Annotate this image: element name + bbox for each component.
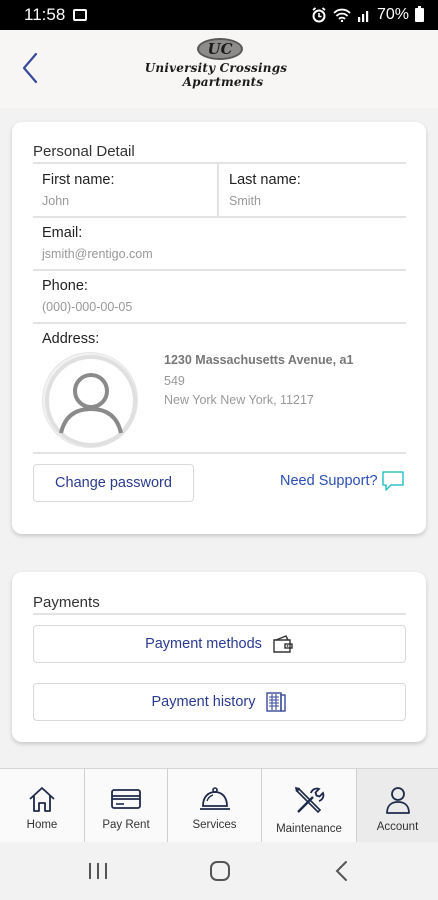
email-value[interactable]: jsmith@rentigo.com <box>42 247 153 261</box>
credit-card-icon <box>111 789 141 809</box>
personal-detail-card: Personal Detail First name: John Last na… <box>12 122 426 534</box>
ledger-icon <box>266 692 287 712</box>
wifi-icon <box>333 8 351 22</box>
battery-percent: 70% <box>376 6 409 23</box>
change-password-button[interactable]: Change password <box>33 464 194 502</box>
chat-bubble-icon <box>381 471 404 491</box>
app-header: UC University Crossings Apartments <box>0 30 438 108</box>
nav-account[interactable]: Account <box>356 769 438 843</box>
tools-icon <box>295 787 325 814</box>
bottom-navigation: Home Pay Rent Services Maintenance Accou… <box>0 768 438 843</box>
person-icon <box>385 787 410 814</box>
wallet-icon <box>273 635 293 653</box>
email-label: Email: <box>42 225 83 241</box>
cloche-icon <box>199 787 230 810</box>
phone-label: Phone: <box>42 278 88 294</box>
logo-line-1: University Crossings <box>144 61 288 75</box>
divider <box>33 162 406 164</box>
phone-value[interactable]: (000)-000-00-05 <box>42 300 132 314</box>
logo-monogram: UC <box>197 38 243 60</box>
person-avatar-icon <box>45 355 137 447</box>
need-support-label: Need Support? <box>280 473 378 489</box>
need-support-link[interactable]: Need Support? <box>280 470 405 492</box>
payment-methods-label: Payment methods <box>145 636 262 652</box>
back-system-button[interactable] <box>322 856 362 886</box>
divider <box>33 452 406 454</box>
nav-home[interactable]: Home <box>0 769 84 843</box>
status-right: 70% <box>311 6 424 24</box>
home-system-button[interactable] <box>200 856 240 886</box>
back-chevron-icon <box>335 861 347 881</box>
payments-card: Payments Payment methods Payment history <box>12 572 426 742</box>
payment-history-button[interactable]: Payment history <box>33 683 406 721</box>
payment-methods-button[interactable]: Payment methods <box>33 625 406 663</box>
nav-home-label: Home <box>26 819 58 831</box>
signal-icon <box>357 11 369 22</box>
system-navigation-bar <box>0 842 438 900</box>
divider <box>33 269 406 271</box>
nav-pay-rent[interactable]: Pay Rent <box>84 769 167 843</box>
chevron-left-icon <box>22 52 38 84</box>
nav-maintenance-label: Maintenance <box>276 823 342 835</box>
last-name-value[interactable]: Smith <box>229 194 261 208</box>
payment-history-label: Payment history <box>151 694 256 710</box>
gallery-notification-icon <box>73 9 88 21</box>
nav-maintenance[interactable]: Maintenance <box>261 769 356 843</box>
nav-services-label: Services <box>192 819 237 831</box>
divider <box>33 322 406 324</box>
home-circle-icon <box>210 861 230 881</box>
section-title-personal: Personal Detail <box>33 143 135 160</box>
home-icon <box>29 787 55 812</box>
nav-services[interactable]: Services <box>167 769 261 843</box>
divider <box>217 164 219 216</box>
address-line-3: New York New York, 11217 <box>164 393 314 407</box>
last-name-label: Last name: <box>229 172 301 188</box>
recent-apps-button[interactable] <box>78 856 118 886</box>
status-time: 11:58 <box>24 5 66 24</box>
first-name-value[interactable]: John <box>42 194 69 208</box>
change-password-label: Change password <box>55 475 172 491</box>
first-name-label: First name: <box>42 172 115 188</box>
divider <box>33 613 406 615</box>
address-label: Address: <box>42 331 100 347</box>
avatar[interactable] <box>42 352 138 448</box>
battery-icon <box>415 6 424 22</box>
back-button[interactable] <box>16 50 46 86</box>
alarm-icon <box>312 7 326 23</box>
logo-line-2: Apartments <box>182 75 264 89</box>
recent-apps-icon <box>89 863 107 879</box>
divider <box>33 216 406 218</box>
logo: UC University Crossings Apartments <box>145 38 290 102</box>
section-title-payments: Payments <box>33 594 100 611</box>
nav-pay-rent-label: Pay Rent <box>102 819 150 831</box>
address-line-1: 1230 Massachusetts Avenue, a1 <box>164 353 354 367</box>
nav-account-label: Account <box>376 821 419 833</box>
status-left: 11:58 <box>24 5 88 25</box>
address-line-2: 549 <box>164 374 185 388</box>
status-bar: 11:58 70% <box>0 0 438 30</box>
